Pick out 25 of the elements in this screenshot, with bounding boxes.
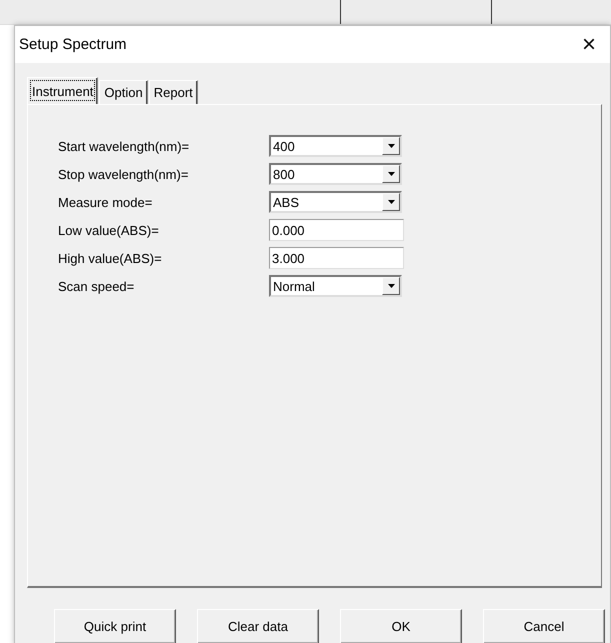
field-label: Stop wavelength(nm)= bbox=[58, 166, 190, 182]
field-label: High value(ABS)= bbox=[58, 250, 163, 266]
tab[interactable]: Option bbox=[99, 80, 148, 104]
field-label: Low value(ABS)= bbox=[58, 222, 160, 238]
field-label: Scan speed= bbox=[58, 278, 136, 294]
input-field[interactable]: 0.000 bbox=[269, 219, 404, 242]
dialog-button[interactable]: Quick print bbox=[54, 609, 176, 643]
close-button[interactable]: × bbox=[574, 30, 604, 58]
dropdown[interactable]: Normal bbox=[269, 275, 402, 298]
caret-icon bbox=[388, 284, 394, 288]
field-label: Measure mode= bbox=[58, 194, 154, 210]
dialog-button[interactable]: Cancel bbox=[483, 609, 605, 643]
caret-icon bbox=[388, 144, 394, 148]
dropdown[interactable]: 800 bbox=[269, 163, 402, 186]
caret-icon bbox=[388, 172, 394, 176]
tab[interactable]: Report bbox=[148, 80, 198, 104]
dialog-button[interactable]: OK bbox=[340, 609, 462, 643]
tab[interactable]: Instrument bbox=[27, 77, 98, 104]
caret-icon bbox=[388, 200, 394, 204]
dialog-button[interactable]: Clear data bbox=[197, 609, 319, 643]
dropdown[interactable]: 400 bbox=[269, 135, 402, 158]
dropdown[interactable]: ABS bbox=[269, 191, 402, 214]
window-title: Setup Spectrum bbox=[19, 36, 127, 53]
field-label: Start wavelength(nm)= bbox=[58, 138, 190, 154]
input-field[interactable]: 3.000 bbox=[269, 247, 404, 270]
